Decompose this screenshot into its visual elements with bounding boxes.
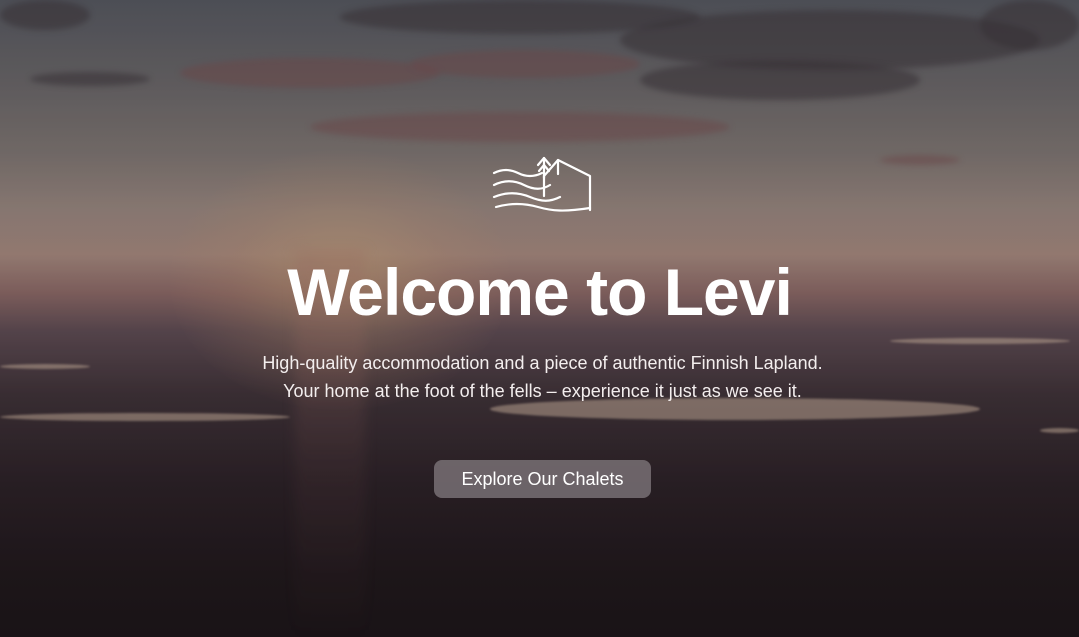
hero-description: High-quality accommodation and a piece o… (262, 353, 823, 401)
chalet-waves-logo-icon (492, 156, 594, 214)
page-title: Welcome to Levi (287, 255, 793, 329)
hero-section: Welcome to Levi High-quality accommodati… (0, 0, 1079, 637)
explore-chalets-button[interactable]: Explore Our Chalets (434, 460, 651, 498)
hero-content: Welcome to Levi High-quality accommodati… (0, 0, 1079, 637)
